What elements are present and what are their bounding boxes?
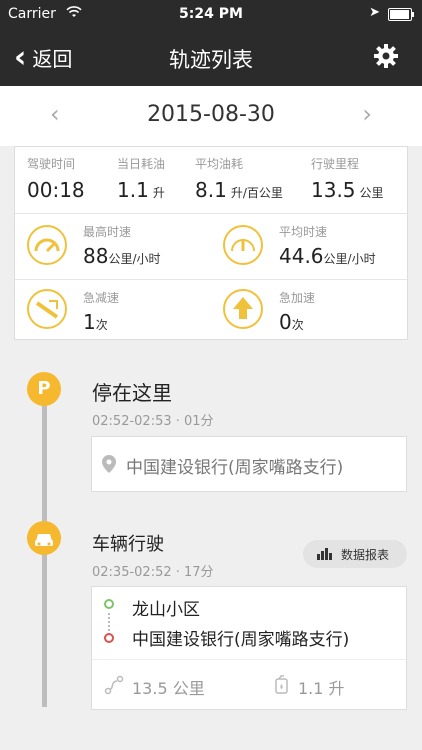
acceleration-arrow-icon	[223, 289, 263, 329]
parking-icon: P	[27, 372, 61, 406]
speed-row: 最高时速 88公里/小时 平均时速 44.6公里/小时	[15, 213, 407, 280]
status-bar: Carrier 5:24 PM ➤	[0, 0, 422, 30]
stat-label: 平均时速	[279, 225, 328, 239]
stat-drive-time: 驾驶时间 00:18	[27, 155, 89, 202]
events-row: 急减速 1次 急加速 0次	[15, 279, 407, 341]
speedometer-max-icon	[27, 225, 67, 265]
speedometer-avg-icon	[223, 225, 263, 265]
brake-icon	[27, 289, 67, 329]
origin-dot-icon	[104, 599, 114, 609]
route-distance: 13.5 公里	[132, 679, 205, 698]
stat-mileage: 行驶里程 13.5 公里	[311, 155, 384, 202]
drive-title: 车辆行驶	[92, 534, 164, 555]
route-card[interactable]: 龙山小区 中国建设银行(周家嘴路支行) 13.5 公里 1.1 升	[91, 586, 407, 710]
stat-label: 当日耗油	[117, 157, 166, 171]
stat-label: 急减速	[83, 291, 120, 305]
drive-time: 02:35-02:52 · 17分	[92, 565, 214, 580]
data-report-button[interactable]: 数据报表	[303, 540, 407, 568]
hard-brake-stat: 急减速 1次	[15, 279, 211, 341]
current-date: 2015-08-30	[147, 102, 275, 127]
stat-unit: 公里/小时	[108, 252, 161, 266]
stat-label: 平均油耗	[195, 157, 244, 171]
stat-value: 1.1	[117, 178, 149, 202]
location-arrow-icon: ➤	[369, 5, 380, 20]
stat-unit: 次	[95, 318, 108, 332]
stat-value: 1	[83, 310, 96, 334]
location-pin-icon	[102, 455, 116, 477]
stat-value: 8.1	[195, 178, 227, 202]
avg-speed-stat: 平均时速 44.6公里/小时	[211, 213, 407, 279]
stat-value: 88	[83, 244, 109, 268]
summary-top-row: 驾驶时间 00:18 当日耗油 1.1 升 平均油耗 8.1 升/百公里 行驶里程 …	[15, 147, 407, 214]
divider	[92, 659, 406, 660]
bar-chart-icon	[317, 548, 333, 563]
stat-value: 00:18	[27, 178, 85, 202]
stat-unit: 公里	[359, 186, 384, 200]
stop-address: 中国建设银行(周家嘴路支行)	[126, 458, 344, 478]
route-distance-icon	[104, 675, 124, 699]
destination-dot-icon	[104, 633, 114, 643]
stat-unit: 升	[152, 186, 165, 200]
stat-label: 急加速	[279, 291, 316, 305]
stop-location-card[interactable]: 中国建设银行(周家嘴路支行)	[91, 436, 407, 492]
battery-icon	[388, 8, 414, 21]
stat-label: 最高时速	[83, 225, 132, 239]
stop-title: 停在这里	[92, 381, 172, 405]
nav-bar: ‹ 返回 轨迹列表	[0, 30, 422, 86]
next-date-button[interactable]: ›	[362, 100, 372, 128]
status-time: 5:24 PM	[179, 6, 243, 22]
stop-time: 02:52-02:53 · 01分	[92, 414, 214, 429]
car-icon	[27, 521, 61, 555]
route-connector	[108, 613, 110, 631]
hard-accel-stat: 急加速 0次	[211, 279, 407, 341]
stat-daily-fuel: 当日耗油 1.1 升	[117, 155, 165, 202]
data-report-label: 数据报表	[341, 548, 390, 562]
stat-label: 行驶里程	[311, 157, 360, 171]
summary-card: 驾驶时间 00:18 当日耗油 1.1 升 平均油耗 8.1 升/百公里 行驶里程 …	[14, 146, 408, 340]
stat-value: 13.5	[311, 178, 356, 202]
route-origin: 龙山小区	[132, 600, 200, 620]
page-title: 轨迹列表	[169, 48, 253, 72]
route-fuel: 1.1 升	[298, 679, 345, 698]
stat-label: 驾驶时间	[27, 157, 76, 171]
date-selector: ‹ 2015-08-30 ›	[0, 86, 422, 146]
stat-avg-fuel: 平均油耗 8.1 升/百公里	[195, 155, 283, 202]
stat-unit: 升/百公里	[230, 186, 283, 200]
stat-value: 44.6	[279, 244, 324, 268]
stat-unit: 公里/小时	[323, 252, 376, 266]
gear-icon[interactable]	[372, 42, 400, 70]
fuel-icon	[274, 675, 290, 699]
stat-unit: 次	[291, 318, 304, 332]
stat-value: 0	[279, 310, 292, 334]
max-speed-stat: 最高时速 88公里/小时	[15, 213, 211, 279]
route-destination: 中国建设银行(周家嘴路支行)	[132, 630, 350, 650]
